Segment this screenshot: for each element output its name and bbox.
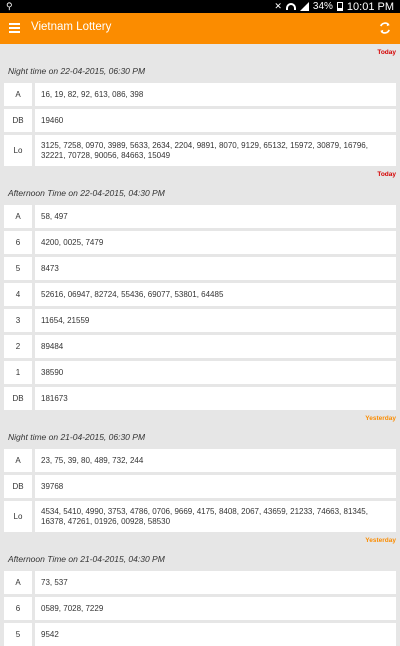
prize-label: 2	[4, 335, 32, 358]
prize-label: A	[4, 571, 32, 594]
result-row: A 16, 19, 82, 92, 613, 086, 398	[4, 83, 396, 106]
result-row: A 58, 497	[4, 205, 396, 228]
prize-label: 6	[4, 597, 32, 620]
status-bar: ⚲ ✕ 34% 10:01 PM	[0, 0, 400, 13]
prize-numbers: 0589, 7028, 7229	[35, 597, 396, 620]
result-row: 2 89484	[4, 335, 396, 358]
prize-numbers: 8473	[35, 257, 396, 280]
result-row: DB 19460	[4, 109, 396, 132]
app-title: Vietnam Lottery	[31, 21, 112, 33]
battery-icon	[336, 2, 343, 11]
result-row: A 23, 75, 39, 80, 489, 732, 244	[4, 449, 396, 472]
prize-numbers: 4534, 5410, 4990, 3753, 4786, 0706, 9669…	[35, 501, 396, 532]
prize-label: A	[4, 83, 32, 106]
draw-title: Afternoon Time on 22-04-2015, 04:30 PM	[8, 188, 165, 198]
result-row: Lo 3125, 7258, 0970, 3989, 5633, 2634, 22…	[4, 135, 396, 166]
prize-label: Lo	[4, 135, 32, 166]
draw-title: Afternoon Time on 21-04-2015, 04:30 PM	[8, 554, 165, 564]
prize-label: 5	[4, 257, 32, 280]
prize-numbers: 52616, 06947, 82724, 55436, 69077, 53801…	[35, 283, 396, 306]
prize-label: Lo	[4, 501, 32, 532]
prize-label: A	[4, 449, 32, 472]
result-row: 3 11654, 21559	[4, 309, 396, 332]
prize-label: A	[4, 205, 32, 228]
prize-numbers: 23, 75, 39, 80, 489, 732, 244	[35, 449, 396, 472]
result-row: 1 38590	[4, 361, 396, 384]
prize-numbers: 9542	[35, 623, 396, 646]
result-row: 5 8473	[4, 257, 396, 280]
day-tag: Yesterday	[365, 537, 396, 544]
result-row: A 73, 537	[4, 571, 396, 594]
result-row: 6 4200, 0025, 7479	[4, 231, 396, 254]
menu-icon[interactable]	[9, 23, 20, 33]
result-row: DB 39768	[4, 475, 396, 498]
battery-percent: 34%	[312, 1, 333, 12]
prize-numbers: 19460	[35, 109, 396, 132]
prize-numbers: 16, 19, 82, 92, 613, 086, 398	[35, 83, 396, 106]
result-row: Lo 4534, 5410, 4990, 3753, 4786, 0706, 96…	[4, 501, 396, 532]
prize-label: DB	[4, 475, 32, 498]
prize-label: DB	[4, 109, 32, 132]
draw-title: Night time on 21-04-2015, 06:30 PM	[8, 432, 146, 442]
prize-numbers: 181673	[35, 387, 396, 410]
prize-numbers: 38590	[35, 361, 396, 384]
prize-label: 6	[4, 231, 32, 254]
prize-numbers: 11654, 21559	[35, 309, 396, 332]
wifi-icon	[285, 3, 296, 10]
draw-title: Night time on 22-04-2015, 06:30 PM	[8, 66, 146, 76]
prize-label: 4	[4, 283, 32, 306]
prize-label: 3	[4, 309, 32, 332]
day-tag: Today	[377, 171, 396, 178]
prize-label: DB	[4, 387, 32, 410]
result-row: 5 9542	[4, 623, 396, 646]
prize-numbers: 58, 497	[35, 205, 396, 228]
status-icons: ✕ 34% 10:01 PM	[274, 0, 394, 13]
result-row: DB 181673	[4, 387, 396, 410]
app-bar: Vietnam Lottery	[0, 13, 400, 44]
prize-numbers: 3125, 7258, 0970, 3989, 5633, 2634, 2204…	[35, 135, 396, 166]
result-row: 4 52616, 06947, 82724, 55436, 69077, 5380…	[4, 283, 396, 306]
day-tag: Yesterday	[365, 415, 396, 422]
prize-numbers: 39768	[35, 475, 396, 498]
usb-icon: ⚲	[6, 1, 13, 11]
day-tag: Today	[377, 49, 396, 56]
prize-label: 5	[4, 623, 32, 646]
prize-numbers: 89484	[35, 335, 396, 358]
prize-label: 1	[4, 361, 32, 384]
clock: 10:01 PM	[346, 0, 394, 13]
refresh-icon[interactable]	[376, 19, 394, 37]
prize-numbers: 4200, 0025, 7479	[35, 231, 396, 254]
prize-numbers: 73, 537	[35, 571, 396, 594]
result-row: 6 0589, 7028, 7229	[4, 597, 396, 620]
mute-icon: ✕	[274, 1, 282, 11]
signal-icon	[299, 2, 309, 11]
